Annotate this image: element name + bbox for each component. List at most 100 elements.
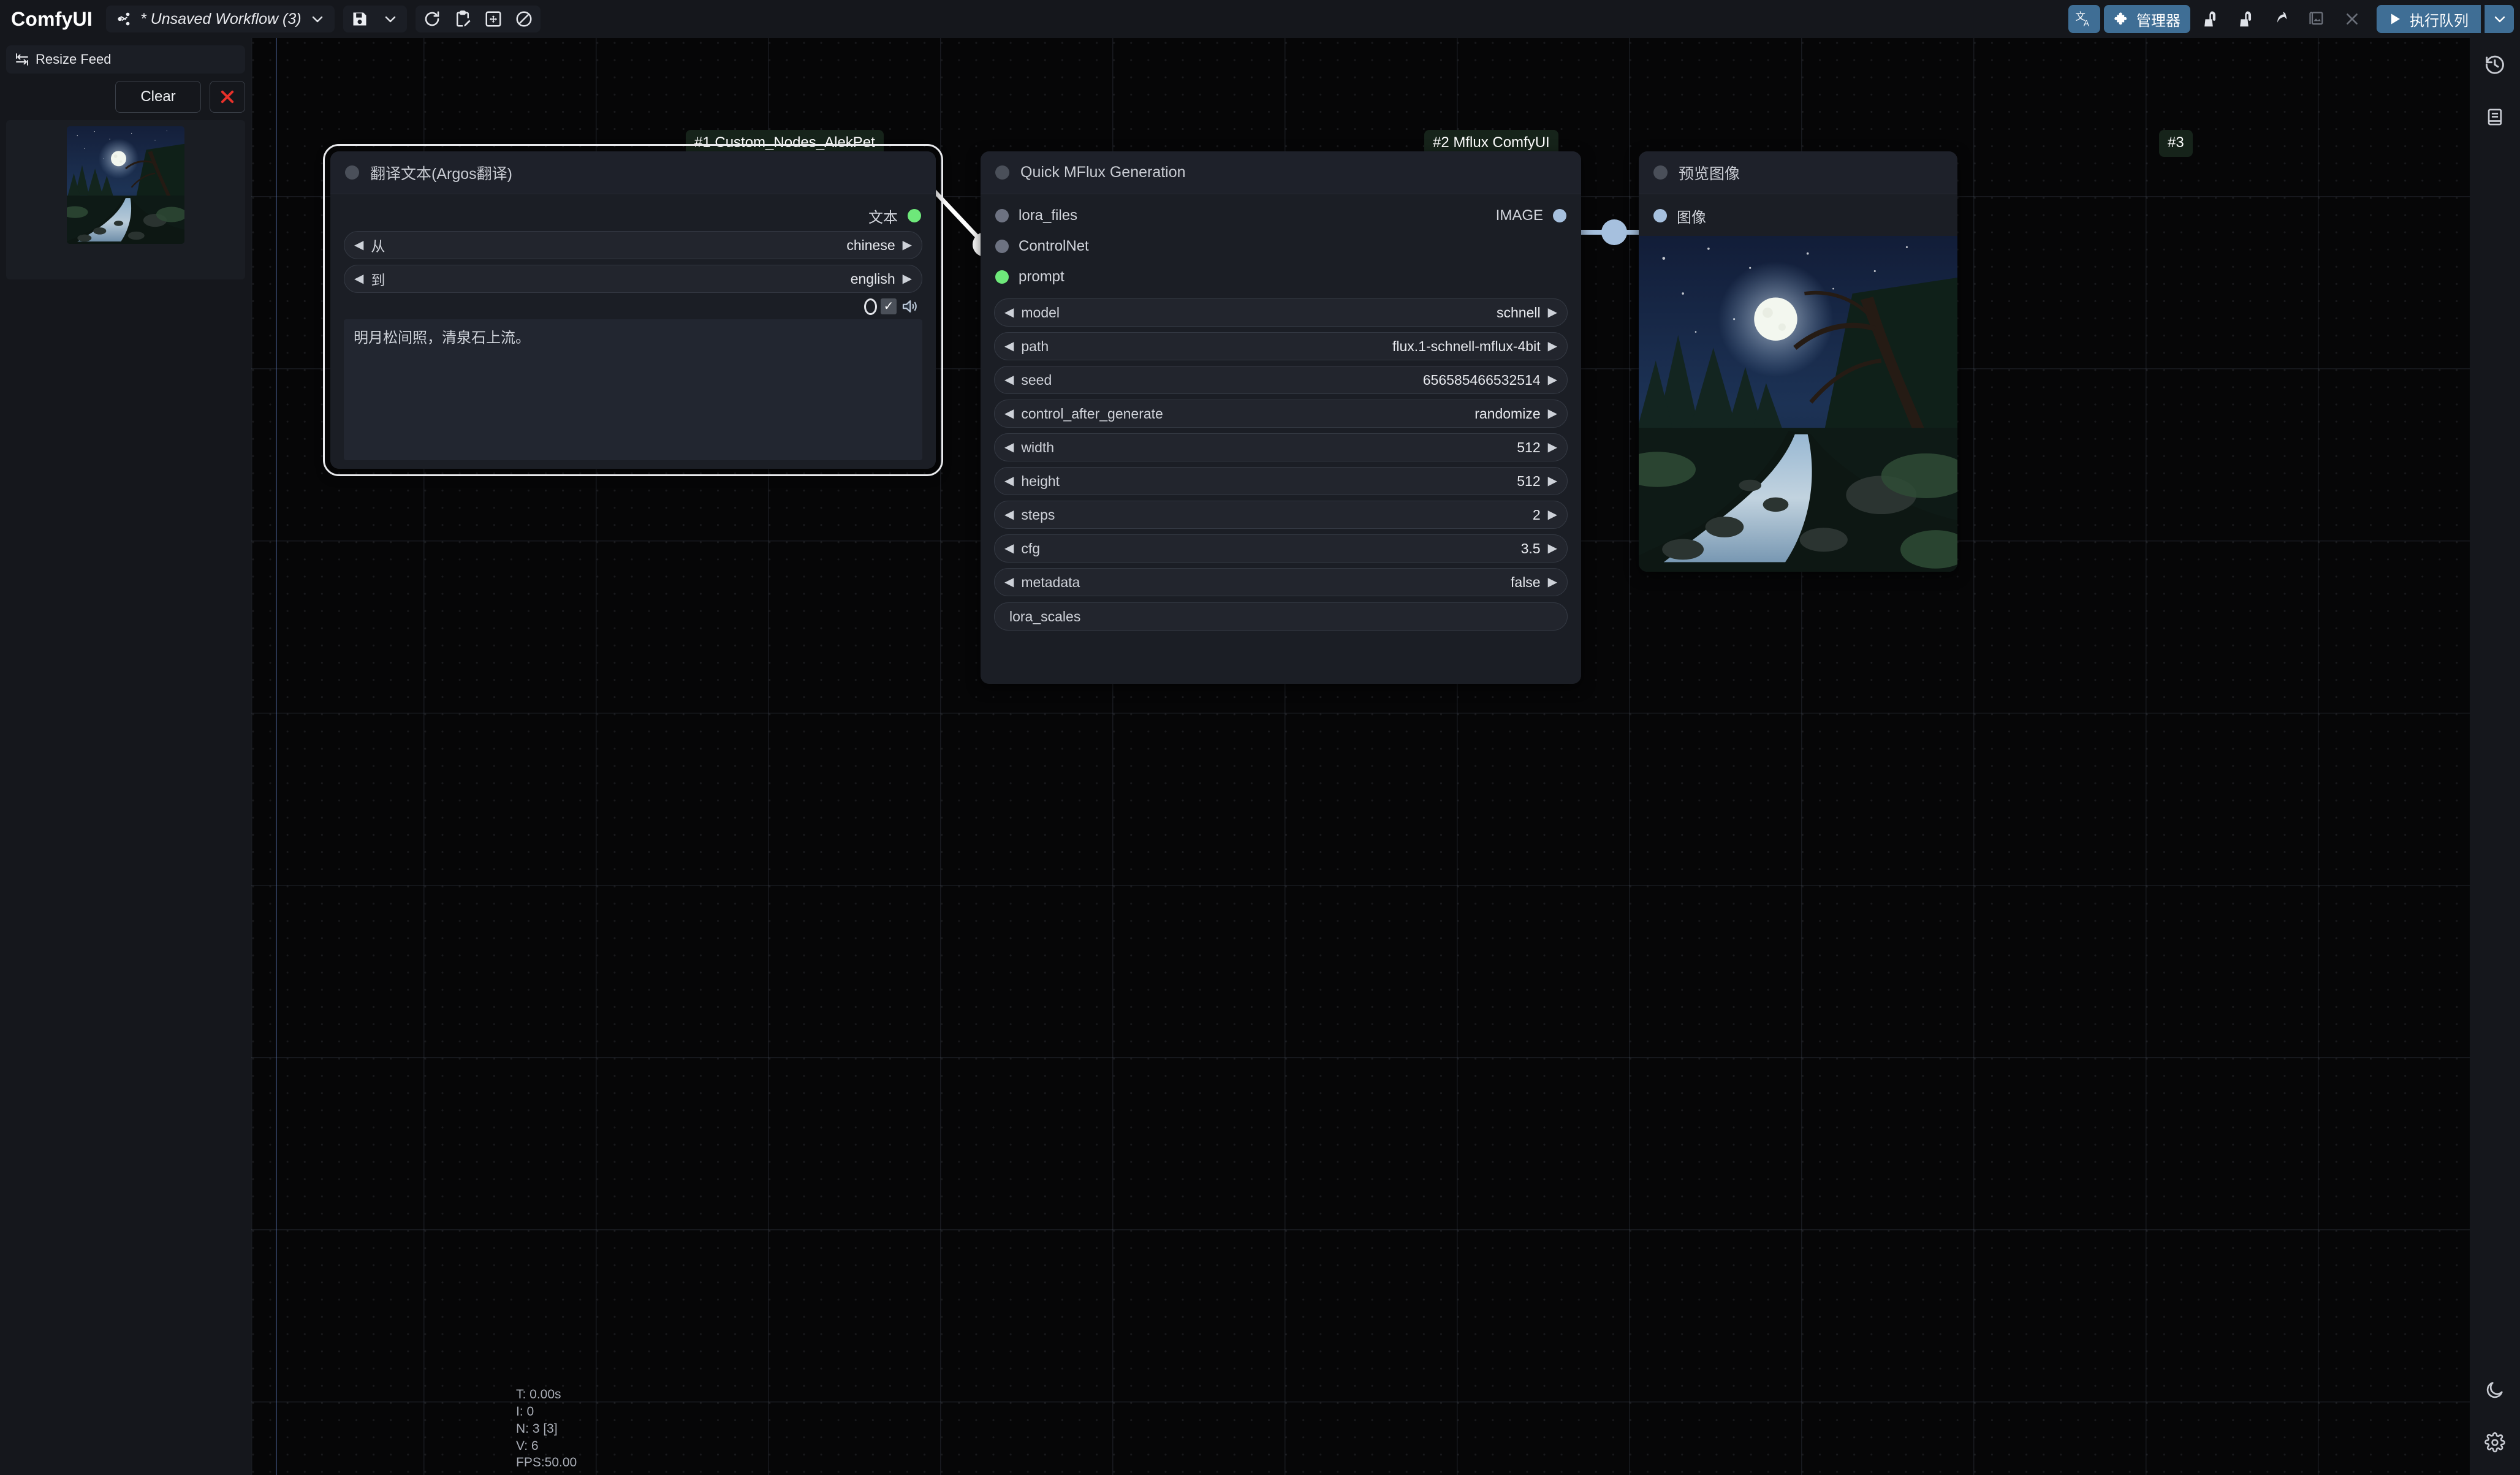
widget-value: false <box>1511 574 1541 590</box>
clean-models-button[interactable] <box>2230 5 2261 33</box>
chevron-right-icon[interactable]: ▶ <box>1548 374 1557 386</box>
save-button[interactable] <box>344 6 375 32</box>
clear-feed-button[interactable]: Clear <box>115 81 201 113</box>
close-button[interactable] <box>2336 5 2368 33</box>
node-graph-canvas[interactable]: #1 Custom_Nodes_AlekPet 翻译文本(Argos翻译) 文本… <box>251 38 2470 1475</box>
chevron-right-icon[interactable]: ▶ <box>1548 475 1557 487</box>
chevron-left-icon[interactable]: ◀ <box>1004 374 1014 386</box>
node-preview-image[interactable]: 预览图像 图像 <box>1639 151 1957 572</box>
output-slot-text[interactable]: 文本 <box>330 200 936 231</box>
slot-label: lora_files <box>1019 207 1078 224</box>
widget-width[interactable]: ◀ width 512 ▶ <box>994 433 1568 461</box>
widget-path[interactable]: ◀ path flux.1-schnell-mflux-4bit ▶ <box>994 332 1568 360</box>
widget-label: control_after_generate <box>1021 405 1163 422</box>
widget-steps[interactable]: ◀ steps 2 ▶ <box>994 501 1568 529</box>
queue-label: 执行队列 <box>2410 12 2469 29</box>
widget-control-after-generate[interactable]: ◀ control_after_generate randomize ▶ <box>994 400 1568 428</box>
chevron-left-icon[interactable]: ◀ <box>1004 441 1014 453</box>
radio-off-icon[interactable] <box>864 298 877 315</box>
queue-options-button[interactable] <box>2484 5 2514 33</box>
widget-metadata[interactable]: ◀ metadata false ▶ <box>994 568 1568 596</box>
node-quick-mflux-generation[interactable]: Quick MFlux Generation lora_files IMAGE … <box>981 151 1581 684</box>
widget-value: 656585466532514 <box>1422 371 1541 388</box>
chevron-left-icon[interactable]: ◀ <box>1004 340 1014 352</box>
feed-header[interactable]: Resize Feed <box>6 45 245 74</box>
chevron-right-icon[interactable]: ▶ <box>1548 509 1557 521</box>
clean-vram-button[interactable] <box>2194 5 2226 33</box>
chevron-right-icon[interactable]: ▶ <box>1548 408 1557 420</box>
node-header[interactable]: 翻译文本(Argos翻译) <box>330 151 936 194</box>
node-translate-text[interactable]: 翻译文本(Argos翻译) 文本 ◀ 从 chinese ▶ ◀ 到 engli… <box>323 144 943 476</box>
chevron-left-icon[interactable]: ◀ <box>1004 475 1014 487</box>
no-entry-icon[interactable] <box>509 6 539 32</box>
chevron-right-icon[interactable]: ▶ <box>903 239 912 251</box>
output-port-image[interactable] <box>1553 209 1566 222</box>
widget-label: 到 <box>371 272 385 288</box>
chevron-left-icon[interactable]: ◀ <box>1004 576 1014 588</box>
widget-value: randomize <box>1474 405 1541 422</box>
chevron-left-icon[interactable]: ◀ <box>354 239 363 251</box>
chevron-right-icon[interactable]: ▶ <box>1548 542 1557 555</box>
chevron-left-icon[interactable]: ◀ <box>1004 306 1014 319</box>
widget-label: steps <box>1021 506 1055 523</box>
collapse-toggle-icon[interactable] <box>1653 165 1668 180</box>
input-port-lora-files[interactable] <box>995 209 1009 222</box>
image-feed-panel: Resize Feed Clear <box>0 38 251 1475</box>
widget-to[interactable]: ◀ 到 english ▶ <box>344 265 922 293</box>
chevron-right-icon[interactable]: ▶ <box>1548 441 1557 453</box>
share-arrow-icon[interactable] <box>2265 5 2297 33</box>
history-button[interactable] <box>2470 38 2520 91</box>
checkbox-checked-icon[interactable]: ✓ <box>881 298 897 314</box>
chevron-left-icon[interactable]: ◀ <box>1004 408 1014 420</box>
chevron-right-icon[interactable]: ▶ <box>1548 576 1557 588</box>
node-header[interactable]: Quick MFlux Generation <box>981 151 1581 194</box>
notes-button[interactable] <box>2470 91 2520 143</box>
fit-view-icon[interactable] <box>478 6 509 32</box>
canvas-stats: T: 0.00s I: 0 N: 3 [3] V: 6 FPS:50.00 <box>516 1386 577 1471</box>
widget-seed[interactable]: ◀ seed 656585466532514 ▶ <box>994 366 1568 394</box>
widget-height[interactable]: ◀ height 512 ▶ <box>994 467 1568 495</box>
collapse-toggle-icon[interactable] <box>345 165 359 180</box>
preview-image-widget[interactable] <box>1639 236 1957 572</box>
node-header[interactable]: 预览图像 <box>1639 151 1957 194</box>
play-icon <box>2388 12 2402 26</box>
chevron-left-icon[interactable]: ◀ <box>354 273 363 285</box>
input-port-image[interactable] <box>1653 209 1667 222</box>
slot-row-controlnet: ControlNet <box>981 231 1581 262</box>
gallery-button[interactable] <box>2301 5 2332 33</box>
widget-value: english <box>850 270 895 287</box>
translate-icon[interactable]: 文 A <box>2068 5 2100 33</box>
speaker-icon[interactable] <box>900 297 919 316</box>
widget-value: chinese <box>846 237 895 253</box>
queue-prompt-button[interactable]: 执行队列 <box>2377 5 2481 33</box>
input-port-prompt[interactable] <box>995 270 1009 284</box>
close-feed-button[interactable] <box>210 81 245 113</box>
chevron-right-icon[interactable]: ▶ <box>1548 340 1557 352</box>
theme-toggle-button[interactable] <box>2470 1363 2520 1416</box>
widget-from[interactable]: ◀ 从 chinese ▶ <box>344 231 922 259</box>
slot-row-prompt: prompt <box>981 262 1581 292</box>
canvas-tools-group <box>415 6 541 32</box>
chevron-right-icon[interactable]: ▶ <box>903 273 912 285</box>
chevron-left-icon[interactable]: ◀ <box>1004 509 1014 521</box>
clipboard-edit-icon[interactable] <box>447 6 478 32</box>
feed-thumbnail[interactable] <box>67 126 184 244</box>
chevron-right-icon[interactable]: ▶ <box>1548 306 1557 319</box>
refresh-icon[interactable] <box>417 6 447 32</box>
chevron-left-icon[interactable]: ◀ <box>1004 542 1014 555</box>
node-title: 翻译文本(Argos翻译) <box>370 165 512 183</box>
save-options-button[interactable] <box>375 6 406 32</box>
workflow-selector[interactable]: * Unsaved Workflow (3) <box>105 6 335 32</box>
collapse-toggle-icon[interactable] <box>995 165 1009 180</box>
manager-button[interactable]: 管理器 <box>2104 5 2190 33</box>
slot-label: ControlNet <box>1019 238 1089 254</box>
widget-lora-scales[interactable]: lora_scales <box>994 602 1568 631</box>
input-port-controlnet[interactable] <box>995 240 1009 253</box>
text-widget[interactable]: 明月松间照，清泉石上流。 <box>344 319 922 460</box>
output-port-text[interactable] <box>908 209 921 222</box>
widget-cfg[interactable]: ◀ cfg 3.5 ▶ <box>994 534 1568 563</box>
widget-model[interactable]: ◀ model schnell ▶ <box>994 298 1568 327</box>
settings-button[interactable] <box>2470 1416 2520 1469</box>
widget-label: height <box>1021 472 1060 489</box>
chevron-down-icon[interactable] <box>310 12 325 26</box>
